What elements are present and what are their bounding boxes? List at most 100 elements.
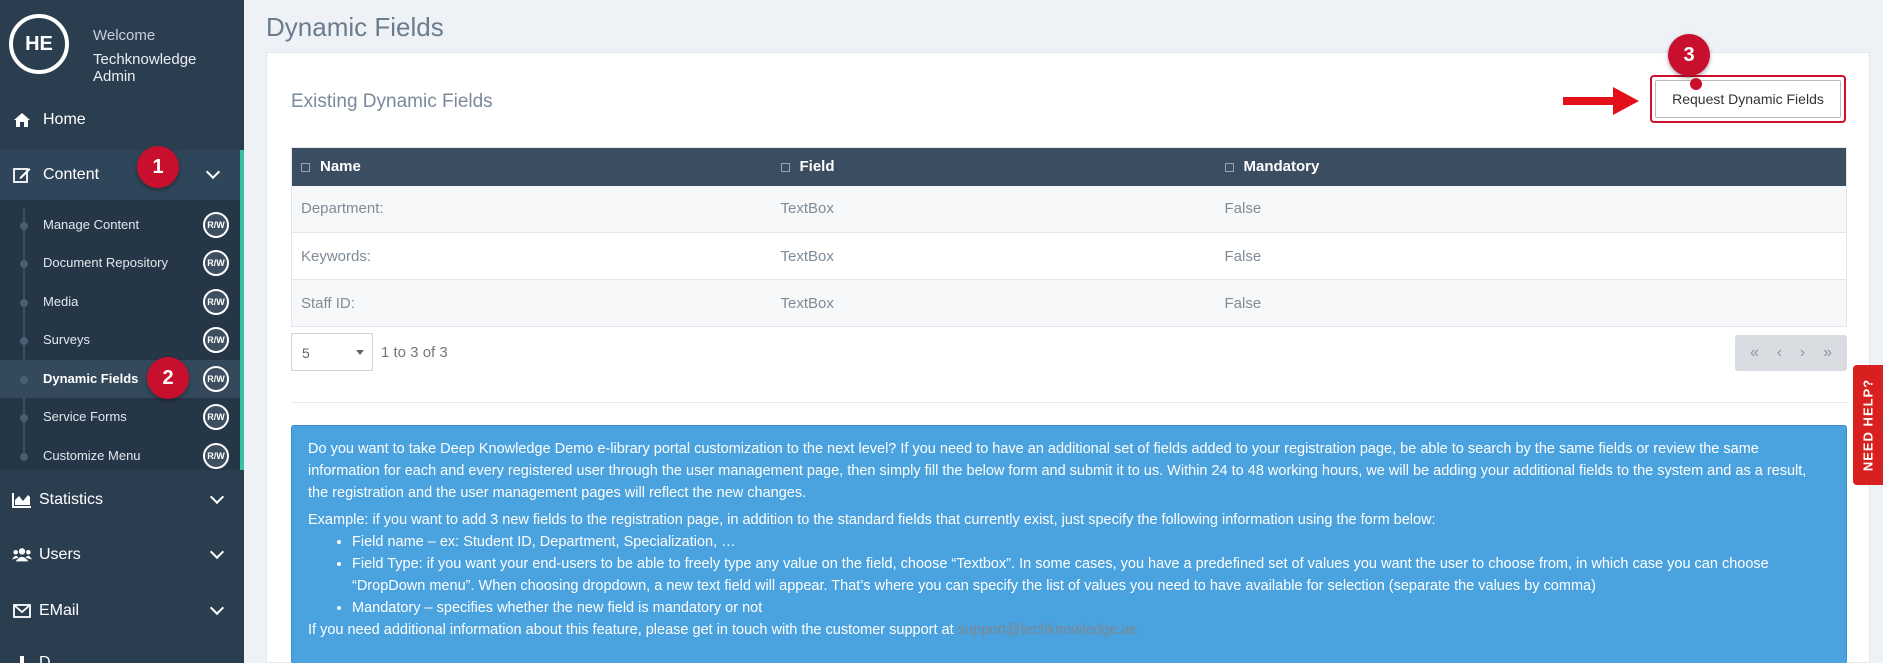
bullet-icon: [20, 453, 28, 461]
marker-dot: [1690, 78, 1702, 90]
need-help-label: NEED HELP?: [1860, 378, 1876, 472]
sidebar-item-label: Surveys: [43, 332, 90, 347]
chevron-down-icon: [209, 600, 225, 616]
nav-label-statistics: Statistics: [39, 491, 104, 508]
need-help-tab[interactable]: NEED HELP?: [1853, 365, 1883, 485]
cell-mandatory: False: [1215, 185, 1847, 233]
bullet-icon: [20, 414, 28, 422]
request-dynamic-fields-button[interactable]: Request Dynamic Fields: [1655, 80, 1841, 118]
welcome-text: Welcome: [93, 27, 156, 44]
sidebar-item-label: Media: [43, 294, 79, 309]
bullet-icon: [20, 376, 28, 384]
nav-item-email[interactable]: EMail: [0, 589, 244, 633]
nav-item-home[interactable]: Home: [0, 100, 244, 140]
bullet-icon: [20, 299, 28, 307]
info-box: Do you want to take Deep Knowledge Demo …: [291, 425, 1847, 663]
rw-icon: R/W: [203, 327, 229, 353]
bullet-icon: [20, 337, 28, 345]
checkbox-icon[interactable]: [1224, 162, 1234, 172]
rw-icon: R/W: [203, 289, 229, 315]
bullet-icon: [20, 260, 28, 268]
cell-field: TextBox: [771, 279, 1216, 327]
support-email-link[interactable]: support@techknowledge.ae: [958, 622, 1138, 638]
sidebar-item-surveys[interactable]: Surveys R/W: [0, 321, 240, 359]
sidebar-item-service-forms[interactable]: Service Forms R/W: [0, 398, 240, 436]
rw-icon: R/W: [203, 250, 229, 276]
nav-item-users[interactable]: Users: [0, 533, 244, 577]
list-item: Mandatory – specifies whether the new fi…: [352, 597, 1830, 619]
caret-down-icon: [356, 350, 364, 355]
table-row[interactable]: Department: TextBox False: [291, 185, 1847, 233]
info-example: Example: if you want to add 3 new fields…: [308, 512, 1436, 528]
cell-mandatory: False: [1215, 279, 1847, 327]
cell-mandatory: False: [1215, 232, 1847, 280]
cell-field: TextBox: [771, 185, 1216, 233]
list-item: Field name – ex: Student ID, Department,…: [352, 531, 1830, 553]
info-contact: If you need additional information about…: [308, 619, 1830, 641]
cell-name: Department:: [291, 185, 772, 233]
first-page-button[interactable]: «: [1750, 344, 1759, 362]
annotation-badge-3: 3: [1668, 34, 1710, 76]
nav-item-statistics[interactable]: Statistics: [0, 478, 244, 522]
nav-label-home: Home: [43, 111, 86, 128]
divider: [291, 402, 1847, 403]
chevron-down-icon: [209, 544, 225, 560]
nav-label-content: Content: [43, 166, 100, 183]
pager-info: 1 to 3 of 3: [381, 344, 448, 361]
annotation-badge-1: 1: [137, 146, 179, 188]
nav-item-cut[interactable]: D...: [0, 648, 244, 663]
panel-title: Existing Dynamic Fields: [291, 91, 493, 112]
contact-text: If you need additional information about…: [308, 622, 958, 638]
sidebar-item-media[interactable]: Media R/W: [0, 283, 240, 321]
rw-icon: R/W: [203, 366, 229, 392]
sidebar-item-label: Document Repository: [43, 255, 168, 270]
sidebar-item-label: Dynamic Fields: [43, 371, 139, 386]
column-header-mandatory[interactable]: Mandatory: [1215, 147, 1847, 186]
table-row[interactable]: Keywords: TextBox False: [291, 232, 1847, 280]
sidebar-item-manage-content[interactable]: Manage Content R/W: [0, 206, 240, 244]
content-group: Content Manage Content R/W Document Repo…: [0, 150, 244, 470]
sidebar-item-dynamic-fields[interactable]: Dynamic Fields R/W: [0, 360, 240, 398]
dynamic-fields-panel: Existing Dynamic Fields Request Dynamic …: [266, 52, 1870, 663]
sidebar: HE Welcome Techknowledge Admin Home Cont…: [0, 0, 244, 663]
rw-icon: R/W: [203, 443, 229, 469]
annotation-badge-2: 2: [147, 357, 189, 399]
avatar[interactable]: HE: [9, 14, 69, 74]
rw-icon: R/W: [203, 404, 229, 430]
user-name: Techknowledge Admin: [93, 51, 197, 85]
checkbox-icon[interactable]: [301, 162, 310, 172]
last-page-button[interactable]: »: [1823, 344, 1832, 362]
chevron-down-icon: [209, 489, 225, 505]
nav-label-users: Users: [39, 546, 81, 563]
prev-page-button[interactable]: ‹: [1777, 344, 1782, 362]
sidebar-item-document-repository[interactable]: Document Repository R/W: [0, 244, 240, 282]
arrow-right-icon: [1563, 87, 1639, 115]
sidebar-item-label: Manage Content: [43, 217, 140, 232]
column-header-field[interactable]: Field: [771, 147, 1216, 186]
nav-item-content[interactable]: Content: [0, 150, 240, 200]
edit-icon: [12, 165, 32, 185]
pagination-controls: « ‹ › »: [1735, 335, 1847, 371]
dynamic-fields-table: Name Field Mandatory Department: TextBox…: [291, 147, 1847, 327]
nav-label-email: EMail: [39, 602, 80, 619]
next-page-button[interactable]: ›: [1800, 344, 1805, 362]
rw-icon: R/W: [203, 212, 229, 238]
envelope-icon: [12, 601, 32, 621]
sidebar-item-label: Customize Menu: [43, 448, 141, 463]
table-row[interactable]: Staff ID: TextBox False: [291, 279, 1847, 327]
info-intro: Do you want to take Deep Knowledge Demo …: [308, 441, 1807, 501]
checkbox-icon[interactable]: [780, 162, 790, 172]
list-item: Field Type: if you want your end-users t…: [352, 553, 1830, 597]
page-title: Dynamic Fields: [266, 12, 444, 42]
page-size-select[interactable]: 5: [291, 333, 373, 371]
cell-field: TextBox: [771, 232, 1216, 280]
pin-icon: [12, 653, 32, 663]
home-icon: [12, 110, 32, 130]
sidebar-item-label: Service Forms: [43, 409, 127, 424]
cell-name: Staff ID:: [291, 279, 772, 327]
area-chart-icon: [12, 490, 32, 510]
column-header-name[interactable]: Name: [291, 147, 772, 186]
chevron-down-icon: [205, 164, 221, 180]
sidebar-item-customize-menu[interactable]: Customize Menu R/W: [0, 437, 240, 475]
cell-name: Keywords:: [291, 232, 772, 280]
